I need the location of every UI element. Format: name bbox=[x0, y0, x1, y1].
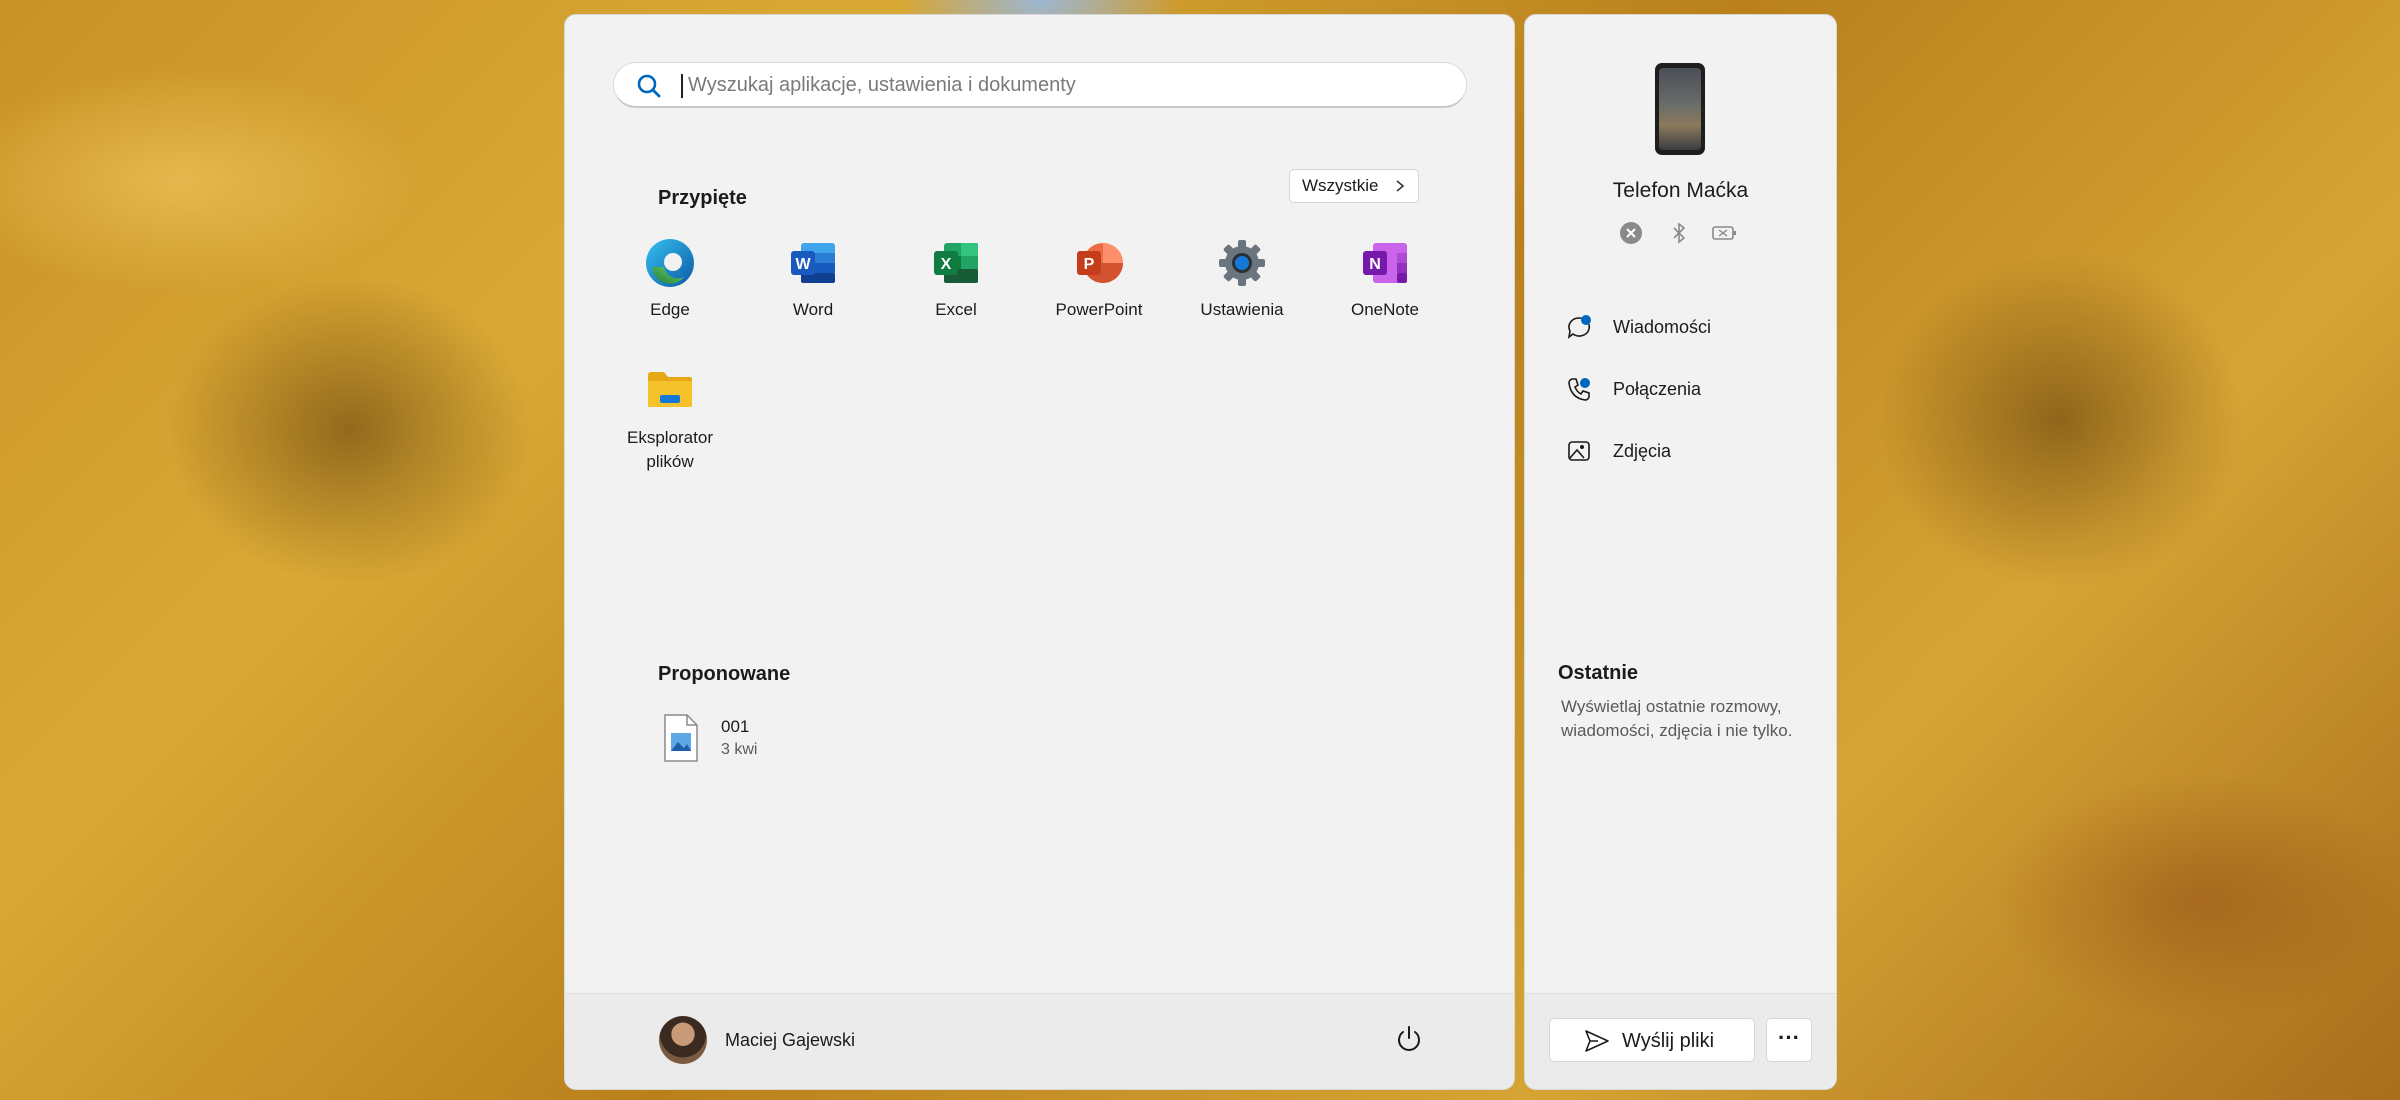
search-input[interactable] bbox=[686, 63, 1430, 108]
photos-icon bbox=[1568, 441, 1590, 461]
phone-nav-calls[interactable]: Połączenia bbox=[1565, 373, 1805, 405]
recent-description: Wyświetlaj ostatnie rozmowy, wiadomości,… bbox=[1561, 697, 1793, 740]
text-caret bbox=[681, 74, 683, 98]
chevron-right-icon bbox=[1396, 180, 1405, 192]
svg-text:X: X bbox=[941, 256, 952, 273]
svg-text:N: N bbox=[1369, 256, 1381, 273]
app-label: Excel bbox=[935, 300, 977, 319]
send-files-button[interactable]: Wyślij pliki bbox=[1549, 1018, 1755, 1062]
nav-label: Połączenia bbox=[1613, 379, 1702, 399]
pinned-title: Przypięte bbox=[658, 187, 747, 209]
calls-icon bbox=[1568, 378, 1590, 401]
send-files-label: Wyślij pliki bbox=[1622, 1030, 1715, 1052]
file-explorer-icon bbox=[648, 372, 692, 407]
excel-icon: X bbox=[934, 243, 978, 283]
file-name: 001 bbox=[721, 717, 750, 736]
power-icon[interactable] bbox=[1394, 1024, 1424, 1054]
phone-link-panel: Telefon Maćka Wiadomości Połączenia Zdję… bbox=[1524, 14, 1837, 1090]
pinned-app-file-explorer[interactable]: Eksplorator plików bbox=[605, 363, 735, 474]
recommended-title: Proponowane bbox=[658, 663, 791, 685]
send-icon bbox=[1585, 1030, 1609, 1052]
nav-label: Zdjęcia bbox=[1613, 441, 1672, 461]
all-apps-label: Wszystkie bbox=[1302, 176, 1379, 195]
app-label: Word bbox=[792, 300, 834, 319]
pinned-app-edge[interactable]: Edge bbox=[605, 237, 735, 320]
recommended-item[interactable]: 001 3 kwi bbox=[661, 713, 861, 773]
phone-footer: Wyślij pliki ··· bbox=[1525, 993, 1836, 1089]
more-options-button[interactable]: ··· bbox=[1766, 1018, 1812, 1062]
app-label: Eksplorator plików bbox=[627, 428, 713, 471]
search-box[interactable] bbox=[613, 62, 1467, 108]
pinned-app-settings[interactable]: Ustawienia bbox=[1177, 237, 1307, 320]
start-menu: Przypięte Wszystkie Edge W Word bbox=[564, 14, 1515, 1090]
disconnected-icon bbox=[1619, 221, 1643, 250]
pinned-app-onenote[interactable]: N OneNote bbox=[1320, 237, 1450, 320]
word-icon: W bbox=[791, 243, 835, 283]
pinned-app-excel[interactable]: X Excel bbox=[891, 237, 1021, 320]
messages-icon bbox=[1567, 315, 1591, 339]
app-label: Ustawienia bbox=[1200, 300, 1284, 319]
bluetooth-icon bbox=[1669, 221, 1689, 250]
app-label: Edge bbox=[650, 300, 690, 319]
file-date: 3 kwi bbox=[721, 741, 758, 758]
onenote-icon: N bbox=[1363, 243, 1407, 283]
all-apps-button[interactable]: Wszystkie bbox=[1289, 169, 1419, 203]
svg-text:P: P bbox=[1084, 256, 1095, 273]
avatar[interactable] bbox=[659, 1016, 707, 1064]
edge-icon bbox=[646, 239, 694, 287]
start-footer: Maciej Gajewski bbox=[565, 993, 1514, 1089]
phone-nav-messages[interactable]: Wiadomości bbox=[1565, 311, 1805, 343]
app-label: PowerPoint bbox=[1055, 300, 1143, 319]
settings-icon bbox=[1219, 240, 1265, 286]
powerpoint-icon: P bbox=[1077, 243, 1123, 283]
user-name[interactable]: Maciej Gajewski bbox=[725, 1030, 855, 1051]
pinned-app-word[interactable]: W Word bbox=[748, 237, 878, 320]
search-icon bbox=[637, 74, 661, 98]
svg-text:W: W bbox=[795, 256, 811, 273]
pinned-app-powerpoint[interactable]: P PowerPoint bbox=[1034, 237, 1164, 320]
nav-label: Wiadomości bbox=[1613, 317, 1712, 337]
app-label: OneNote bbox=[1350, 300, 1420, 319]
recent-title: Ostatnie bbox=[1558, 662, 1639, 684]
phone-nav-photos[interactable]: Zdjęcia bbox=[1565, 435, 1805, 467]
phone-name: Telefon Maćka bbox=[1612, 179, 1749, 202]
phone-status-row bbox=[1619, 221, 1749, 245]
battery-icon bbox=[1711, 221, 1739, 250]
image-file-icon bbox=[664, 714, 698, 762]
phone-device-image bbox=[1655, 63, 1705, 155]
